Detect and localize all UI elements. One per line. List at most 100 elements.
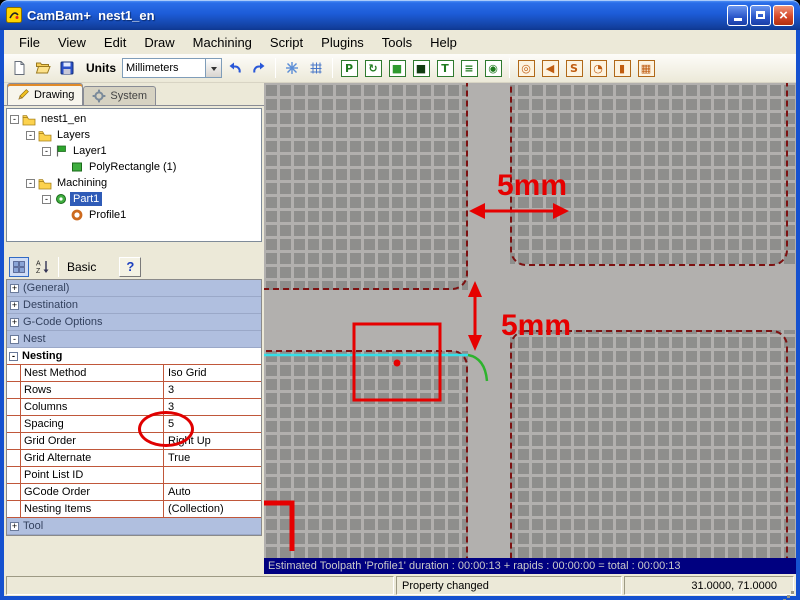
basic-filter-label[interactable]: Basic (67, 260, 96, 274)
menu-file[interactable]: File (10, 32, 49, 53)
property-row-nesting-items[interactable]: Nesting Items (Collection) (7, 501, 261, 518)
collapse-icon[interactable]: - (42, 147, 51, 156)
toolbar-orange-button-4[interactable]: ◔ (587, 57, 609, 79)
tree-item-layer1[interactable]: - Layer1 (7, 143, 261, 159)
property-value[interactable]: 3 (164, 399, 261, 415)
resize-grip-icon[interactable] (791, 591, 794, 594)
toolbar-orange-button-3[interactable]: S (563, 57, 585, 79)
property-value[interactable]: Iso Grid (164, 365, 261, 381)
menu-tools[interactable]: Tools (373, 32, 421, 53)
toolbar-green-button-2[interactable]: ↻ (362, 57, 384, 79)
menu-view[interactable]: View (49, 32, 95, 53)
toolbar-orange-button-6[interactable]: ▦ (635, 57, 657, 79)
menu-script[interactable]: Script (261, 32, 312, 53)
collapse-icon[interactable]: - (10, 115, 19, 124)
property-row-rows[interactable]: Rows 3 (7, 382, 261, 399)
menu-machining[interactable]: Machining (184, 32, 261, 53)
property-name: Grid Order (21, 433, 164, 449)
toolbar-green-button-7[interactable]: ◉ (482, 57, 504, 79)
tab-drawing[interactable]: Drawing (7, 83, 83, 105)
redo-icon (251, 60, 267, 76)
menu-draw[interactable]: Draw (135, 32, 183, 53)
toolbar-green-button-5[interactable]: T (434, 57, 456, 79)
collapse-icon[interactable]: - (26, 179, 35, 188)
alphabetical-sort-button[interactable]: A Z (32, 257, 52, 277)
tree-item-part1[interactable]: - Part1 (7, 191, 261, 207)
property-row-nest-method[interactable]: Nest Method Iso Grid (7, 365, 261, 382)
property-row-columns[interactable]: Columns 3 (7, 399, 261, 416)
toolbar-orange-button-2[interactable]: ◀ (539, 57, 561, 79)
menu-edit[interactable]: Edit (95, 32, 135, 53)
snap-points-button[interactable] (281, 57, 303, 79)
property-category-tool[interactable]: + Tool (7, 518, 261, 535)
property-value[interactable] (164, 467, 261, 483)
panel-tabs: Drawing System (4, 83, 264, 105)
collapse-icon[interactable]: - (26, 131, 35, 140)
units-combobox[interactable]: Millimeters (122, 58, 222, 78)
menu-help[interactable]: Help (421, 32, 466, 53)
snap-points-icon (284, 60, 300, 76)
toolbar-green-button-4[interactable]: ■ (410, 57, 432, 79)
property-value[interactable]: True (164, 450, 261, 466)
panel-splitter[interactable] (6, 242, 262, 254)
row-gutter (7, 433, 21, 449)
green-icon-6: ≡ (461, 60, 478, 77)
profile-icon (70, 208, 86, 222)
toolbar-green-button-3[interactable]: ■ (386, 57, 408, 79)
property-value[interactable]: Right Up (164, 433, 261, 449)
collapse-icon[interactable]: - (10, 335, 19, 344)
collapse-icon[interactable]: - (42, 195, 51, 204)
categorized-view-button[interactable] (9, 257, 29, 277)
redo-button[interactable] (248, 57, 270, 79)
property-value[interactable]: Auto (164, 484, 261, 500)
undo-button[interactable] (224, 57, 246, 79)
save-button[interactable] (56, 57, 78, 79)
toolbar-orange-button-1[interactable]: ◎ (515, 57, 537, 79)
maximize-button[interactable] (750, 5, 771, 26)
row-gutter (7, 467, 21, 483)
tab-system[interactable]: System (83, 86, 156, 105)
property-row-grid-order[interactable]: Grid Order Right Up (7, 433, 261, 450)
tree-item-layers[interactable]: - Layers (7, 127, 261, 143)
title-bar[interactable]: CamBam+ nest1_en × (0, 0, 800, 30)
property-value[interactable]: (Collection) (164, 501, 261, 517)
property-category-general[interactable]: + (General) (7, 280, 261, 297)
minimize-button[interactable] (727, 5, 748, 26)
expand-icon[interactable]: + (10, 284, 19, 293)
property-row-gcode-order[interactable]: GCode Order Auto (7, 484, 261, 501)
tree-item-machining[interactable]: - Machining (7, 175, 261, 191)
green-icon-5: T (437, 60, 454, 77)
tree-item-polyrectangle[interactable]: PolyRectangle (1) (7, 159, 261, 175)
toolbar-separator (275, 58, 276, 78)
tree-item-profile1[interactable]: Profile1 (7, 207, 261, 223)
menu-plugins[interactable]: Plugins (312, 32, 373, 53)
open-file-button[interactable] (32, 57, 54, 79)
property-row-spacing[interactable]: Spacing 5 (7, 416, 261, 433)
close-button[interactable]: × (773, 5, 794, 26)
help-button[interactable]: ? (119, 257, 141, 277)
nest-gap-horizontal-left (264, 290, 468, 350)
property-row-point-list-id[interactable]: Point List ID (7, 467, 261, 484)
property-subheader-nesting[interactable]: - Nesting (7, 348, 261, 365)
expand-icon[interactable]: + (10, 301, 19, 310)
new-file-button[interactable] (8, 57, 30, 79)
property-row-grid-alternate[interactable]: Grid Alternate True (7, 450, 261, 467)
tree-item-nest1-en[interactable]: - nest1_en (7, 111, 261, 127)
toolbar-green-button-1[interactable]: P (338, 57, 360, 79)
collapse-icon[interactable]: - (9, 352, 18, 361)
property-value[interactable]: 3 (164, 382, 261, 398)
toolbar-green-button-6[interactable]: ≡ (458, 57, 480, 79)
units-combobox-dropdown-button[interactable] (205, 59, 221, 77)
grid-toggle-button[interactable] (305, 57, 327, 79)
drawing-tree[interactable]: - nest1_en - Layers (6, 108, 262, 242)
property-category-gcode-options[interactable]: + G-Code Options (7, 314, 261, 331)
property-category-destination[interactable]: + Destination (7, 297, 261, 314)
expand-icon[interactable]: + (10, 318, 19, 327)
toolbar-orange-button-5[interactable]: ▮ (611, 57, 633, 79)
drawing-canvas[interactable]: 5mm 5mm (264, 83, 796, 558)
property-category-nest[interactable]: - Nest (7, 331, 261, 348)
expand-icon[interactable]: + (10, 522, 19, 531)
property-value[interactable]: 5 (164, 416, 261, 432)
tree-item-label: Layer1 (70, 144, 110, 158)
status-panel-empty (6, 576, 394, 595)
